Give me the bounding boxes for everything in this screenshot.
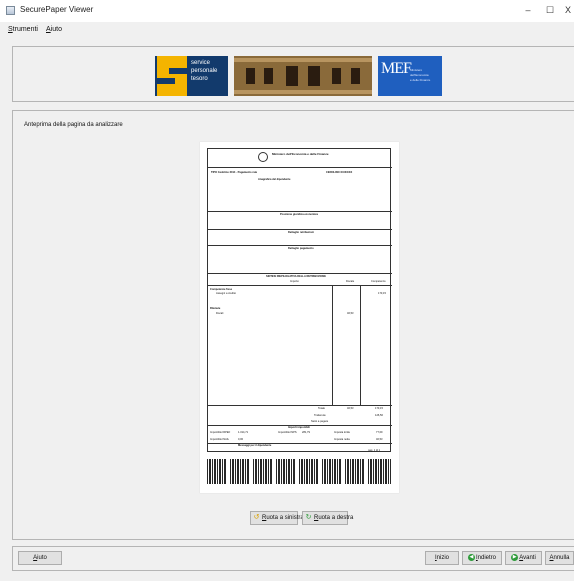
spt-logo-text: service personale tesoro: [191, 60, 218, 82]
start-button[interactable]: Inizio: [425, 551, 459, 565]
spt-logo-mark: [157, 56, 187, 96]
back-arrow-icon: ◀: [467, 553, 475, 561]
minimize-button[interactable]: –: [520, 3, 536, 17]
back-button[interactable]: ◀ Indietro: [462, 551, 502, 565]
payslip-document: Ministero dell'Economia e delle Finanze …: [207, 148, 392, 452]
rotate-left-icon: ↺: [253, 514, 260, 521]
rotate-left-button[interactable]: ↺ Ruota a sinistra: [250, 511, 304, 525]
preview-label: Anteprima della pagina da analizzare: [24, 122, 123, 128]
rotate-right-button[interactable]: ↻ Ruota a destra: [302, 511, 353, 525]
help-button[interactable]: Aiuto: [18, 551, 62, 565]
crest-icon: [258, 152, 268, 162]
document-preview: Ministero dell'Economia e delle Finanze …: [200, 142, 399, 493]
app-icon: [6, 6, 15, 15]
spt-logo: service personale tesoro: [155, 56, 228, 96]
next-arrow-icon: ▶: [511, 553, 519, 561]
maximize-button[interactable]: ☐: [542, 3, 558, 17]
cancel-button[interactable]: Annulla: [545, 551, 574, 565]
close-button[interactable]: X: [562, 3, 574, 17]
menu-aiuto[interactable]: Aiuto: [46, 26, 62, 33]
window-title: SecurePaper Viewer: [20, 5, 94, 14]
ministry-building-image: [234, 56, 372, 96]
barcode-strip: [207, 459, 391, 484]
menu-strumenti[interactable]: Strumenti: [8, 26, 38, 33]
next-button[interactable]: ▶ Avanti: [505, 551, 542, 565]
title-bar: SecurePaper Viewer – ☐ X: [0, 0, 574, 22]
mef-logo: MEF Ministero dell'Economia e delle Fina…: [378, 56, 442, 96]
rotate-right-icon: ↻: [305, 514, 312, 521]
